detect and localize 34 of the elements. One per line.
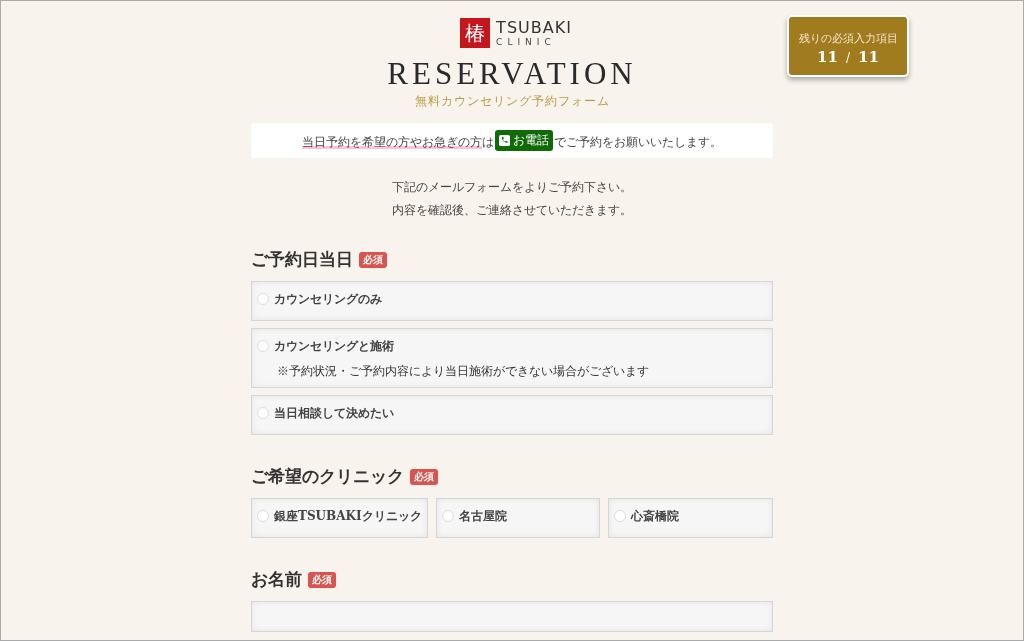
intro-text: 内容を確認後、ご連絡させていただきます。 [391,202,633,219]
radio-option[interactable]: カウンセリングのみ [251,281,773,321]
radio-icon [257,340,269,352]
radio-option[interactable]: 名古屋院 [435,498,601,538]
counter-total: 11 [858,48,879,66]
field-label: ご希望のクリニック [251,465,404,488]
text-input-field[interactable] [251,601,773,632]
logo-mark: 椿 [460,18,491,48]
required-badge: 必須 [308,571,336,588]
radio-icon [614,510,627,522]
page-title: RESERVATION [386,56,638,92]
radio-option[interactable]: 銀座TSUBAKIクリニック [251,498,428,538]
radio-icon [441,510,454,522]
radio-option[interactable]: 当日相談して決めたい [251,395,773,435]
required-badge: 必須 [359,251,387,268]
phone-link[interactable]: お電話 [495,130,553,151]
phone-icon [499,135,510,146]
required-badge: 必須 [410,468,438,485]
radio-option[interactable]: カウンセリングと施術 ※予約状況・ご予約内容により当日施術ができない場合がございます [251,328,773,388]
counter-separator: / [845,51,850,65]
option-note: ※予約状況・ご予約内容により当日施術ができない場合がございます [277,363,650,380]
field-label: お名前 [251,568,302,591]
notice-text: 当日予約を希望の方やお急ぎの方は お電話 でご予約をお願いいたします。 [302,130,722,151]
logo-subtitle: CLINIC [496,37,557,47]
field-label: ご予約日当日 [251,248,353,271]
intro-text: 下記のメールフォームをよりご予約下さい。 [391,179,633,196]
radio-icon [257,293,269,305]
counter-remaining: 11 [817,48,838,66]
radio-option[interactable]: 心斎橋院 [608,498,773,538]
logo-name: TSUBAKI [496,19,572,36]
counter-label: 残りの必須入力項目 [797,31,899,46]
radio-icon [257,510,269,522]
radio-icon [257,407,269,419]
page-subtitle: 無料カウンセリング予約フォーム [413,93,611,110]
